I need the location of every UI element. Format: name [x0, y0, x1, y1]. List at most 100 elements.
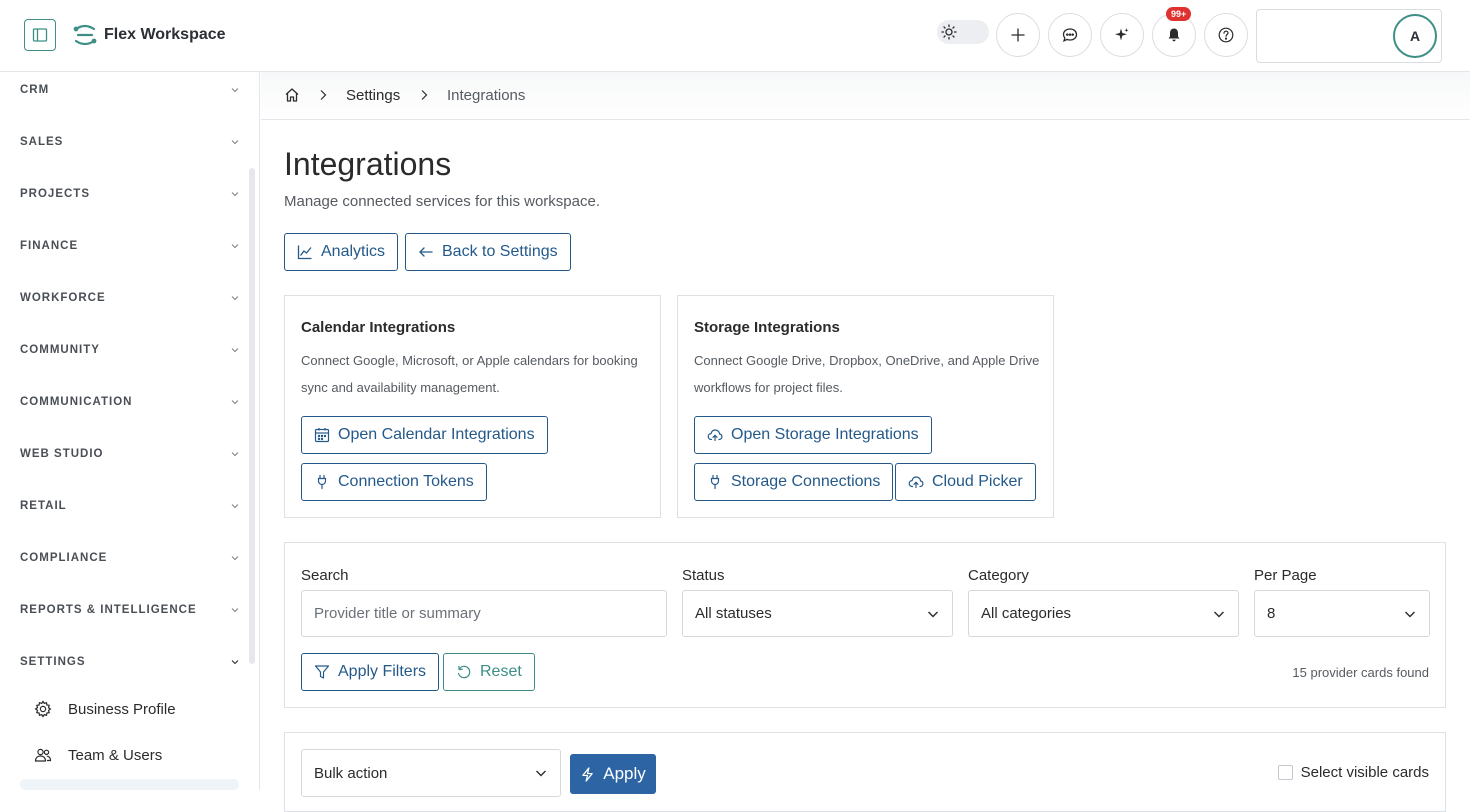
card-description: Connect Google, Microsoft, or Apple cale… [301, 353, 638, 395]
sidebar-section-projects[interactable]: PROJECTS [20, 184, 240, 204]
button-label: Reset [480, 663, 522, 680]
sidebar-section-label: RETAIL [20, 500, 67, 512]
cloud-upload-icon [908, 476, 924, 489]
sidebar-section-workforce[interactable]: WORKFORCE [20, 288, 240, 308]
sidebar-item-active[interactable] [20, 779, 239, 790]
select-visible-cards-toggle[interactable]: Select visible cards [1277, 764, 1429, 781]
plug-icon [710, 474, 720, 490]
connection-tokens-button[interactable]: Connection Tokens [301, 463, 487, 501]
card-description: Connect Google Drive, Dropbox, OneDrive,… [694, 353, 1040, 395]
bulk-action-value: Bulk action [314, 764, 388, 782]
apply-filters-button[interactable]: Apply Filters [301, 653, 440, 691]
chevron-down-icon [231, 660, 239, 665]
sidebar-section-communication[interactable]: COMMUNICATION [20, 392, 240, 412]
arrow-left-icon [419, 247, 433, 257]
logo-icon [73, 24, 97, 46]
button-label: Apply [603, 764, 646, 783]
storage-connections-button[interactable]: Storage Connections [694, 463, 894, 501]
breadcrumb: Settings Integrations [261, 72, 1470, 120]
line-chart-icon [297, 245, 312, 260]
top-bar: Flex Workspace 99+ A [0, 0, 1470, 72]
chevron-down-icon [231, 192, 239, 197]
sidebar-section-community[interactable]: COMMUNITY [20, 340, 240, 360]
chevron-down-icon [1405, 611, 1415, 617]
bulk-actions-bar: Bulk action Apply Select visible cards [284, 732, 1446, 812]
avatar[interactable]: A [1393, 14, 1437, 58]
sidebar-section-finance[interactable]: FINANCE [20, 236, 240, 256]
button-label: Cloud Picker [932, 473, 1023, 490]
category-select[interactable]: All categories [968, 590, 1239, 637]
select-visible-checkbox[interactable] [1277, 765, 1293, 780]
sidebar-scrollbar[interactable] [249, 168, 255, 664]
theme-toggle[interactable] [937, 20, 989, 44]
cloud-picker-button[interactable]: Cloud Picker [895, 463, 1036, 501]
ai-assistant-button[interactable] [1100, 13, 1144, 57]
sidebar-section-label: WORKFORCE [20, 292, 106, 304]
checkbox-label: Select visible cards [1300, 764, 1429, 781]
sidebar-section-label: COMMUNITY [20, 344, 100, 356]
per-page-select[interactable]: 8 [1254, 590, 1430, 637]
open-calendar-integrations-button[interactable]: Open Calendar Integrations [301, 416, 548, 454]
messages-button[interactable] [1048, 13, 1092, 57]
sidebar-section-web-studio[interactable]: WEB STUDIO [20, 444, 240, 464]
help-button[interactable] [1204, 13, 1248, 57]
chevron-down-icon [231, 556, 239, 561]
card-title: Storage Integrations [694, 319, 840, 336]
page-title: Integrations [284, 146, 452, 182]
chevron-down-icon [231, 348, 239, 353]
back-to-settings-button[interactable]: Back to Settings [405, 233, 571, 271]
sidebar-section-compliance[interactable]: COMPLIANCE [20, 548, 240, 568]
chat-icon [1062, 28, 1078, 42]
app-title: Flex Workspace [104, 26, 226, 43]
sidebar-section-label: COMMUNICATION [20, 396, 133, 408]
lightning-icon [582, 766, 594, 782]
user-menu[interactable]: A [1256, 9, 1442, 63]
bulk-apply-button[interactable]: Apply [570, 754, 656, 794]
category-value: All categories [981, 605, 1072, 622]
sidebar-section-label: FINANCE [20, 240, 79, 252]
chevron-down-icon [536, 770, 546, 777]
chevron-down-icon [928, 611, 938, 617]
button-label: Storage Connections [731, 473, 881, 490]
sidebar-item-label: Business Profile [68, 700, 176, 718]
users-icon [34, 748, 52, 762]
chevron-down-icon [231, 504, 239, 509]
sidebar-section-label: WEB STUDIO [20, 448, 104, 460]
plug-icon [317, 474, 327, 490]
sidebar-item-business-profile[interactable]: Business Profile [34, 697, 238, 721]
home-icon[interactable] [284, 87, 300, 103]
help-icon [1218, 27, 1234, 43]
sidebar-section-retail[interactable]: RETAIL [20, 496, 240, 516]
status-label: Status [682, 567, 725, 584]
results-count: 15 provider cards found [1292, 665, 1429, 680]
calendar-icon [314, 428, 330, 443]
sidebar-section-settings[interactable]: SETTINGS [20, 652, 240, 672]
button-label: Connection Tokens [338, 473, 474, 490]
status-select[interactable]: All statuses [682, 590, 953, 637]
sparkle-icon [1115, 28, 1129, 41]
chevron-down-icon [231, 452, 239, 457]
sidebar-toggle-button[interactable] [24, 19, 56, 51]
chevron-down-icon [1214, 611, 1224, 617]
sidebar-section-reports[interactable]: REPORTS & INTELLIGENCE [20, 600, 240, 620]
status-value: All statuses [695, 605, 772, 622]
search-input[interactable]: Provider title or summary [301, 590, 667, 637]
category-label: Category [968, 567, 1029, 584]
sidebar-section-label: CRM [20, 84, 50, 96]
reset-button[interactable]: Reset [443, 653, 535, 691]
open-storage-integrations-button[interactable]: Open Storage Integrations [694, 416, 932, 454]
sidebar-section-crm[interactable]: CRM [20, 80, 240, 100]
sidebar-item-team-users[interactable]: Team & Users [34, 743, 238, 767]
notification-badge: 99+ [1166, 7, 1192, 21]
button-label: Apply Filters [338, 663, 427, 680]
sidebar-section-label: REPORTS & INTELLIGENCE [20, 604, 197, 616]
breadcrumb-link-settings[interactable]: Settings [346, 87, 400, 104]
plus-icon [1011, 28, 1025, 42]
sidebar-section-sales[interactable]: SALES [20, 132, 240, 152]
analytics-button[interactable]: Analytics [284, 233, 399, 271]
sidebar-section-label: SALES [20, 136, 64, 148]
chevron-down-icon [231, 140, 239, 145]
create-button[interactable] [996, 13, 1040, 57]
rotate-ccw-icon [457, 665, 471, 679]
sidebar [0, 72, 260, 790]
